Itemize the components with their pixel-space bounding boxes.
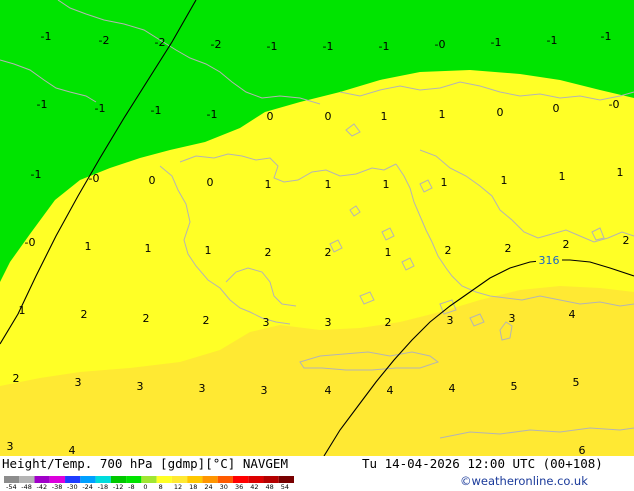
credit-link[interactable]: ©weatheronline.co.uk: [460, 474, 588, 488]
temp-label: 0: [149, 174, 156, 187]
temp-label: 4: [325, 384, 332, 397]
temp-label: 3: [325, 316, 332, 329]
temp-label: -0: [435, 38, 446, 51]
color-scale-swatch: [49, 476, 66, 483]
temp-label: 4: [69, 444, 76, 456]
temp-label: 0: [267, 110, 274, 123]
color-scale-swatch: [278, 476, 294, 483]
temp-label: -1: [37, 98, 48, 111]
temp-label: 5: [511, 380, 518, 393]
temp-label: 2: [563, 238, 570, 251]
temp-label: 2: [203, 314, 210, 327]
temp-label: -1: [207, 108, 218, 121]
temp-label: 1: [501, 174, 508, 187]
color-scale-swatch: [95, 476, 111, 483]
color-scale-swatch: [187, 476, 203, 483]
temp-label: 0: [553, 102, 560, 115]
footer: Height/Temp. 700 hPa [gdmp][°C] NAVGEM T…: [0, 456, 634, 491]
color-scale-swatch: [141, 476, 157, 483]
color-scale-swatch: [126, 476, 142, 483]
temp-label: 1: [205, 244, 212, 257]
color-scale-swatch: [156, 476, 172, 483]
temp-label: -0: [609, 98, 620, 111]
temp-label: 3: [447, 314, 454, 327]
color-scale: [4, 476, 294, 483]
map-title: Height/Temp. 700 hPa [gdmp][°C] NAVGEM: [2, 456, 288, 471]
color-scale-swatch: [4, 476, 20, 483]
color-scale-swatch: [110, 476, 127, 483]
temp-label: 1: [441, 176, 448, 189]
temp-label: 4: [449, 382, 456, 395]
temp-label: 1: [617, 166, 624, 179]
color-scale-swatch: [171, 476, 188, 483]
color-scale-swatch: [19, 476, 35, 483]
temp-label: 1: [325, 178, 332, 191]
temp-label: 3: [263, 316, 270, 329]
temp-label: 4: [387, 384, 394, 397]
temp-label: 1: [381, 110, 388, 123]
temp-label: -0: [89, 172, 100, 185]
color-scale-swatch: [202, 476, 218, 483]
temp-label: -1: [601, 30, 612, 43]
color-scale-swatch: [80, 476, 96, 483]
temp-label: 0: [207, 176, 214, 189]
temp-label: -1: [95, 102, 106, 115]
temp-label: 6: [579, 444, 586, 456]
temp-label: -1: [379, 40, 390, 53]
temp-label: -2: [99, 34, 110, 47]
temp-label: 1: [265, 178, 272, 191]
temp-label: 1: [439, 108, 446, 121]
temp-label: 1: [145, 242, 152, 255]
temp-label: -1: [491, 36, 502, 49]
temp-label: 3: [7, 440, 14, 453]
isoline-label: 316: [539, 254, 560, 267]
color-scale-swatch: [263, 476, 279, 483]
temp-label: 0: [325, 110, 332, 123]
temp-label: 1: [385, 246, 392, 259]
temp-label: 3: [75, 376, 82, 389]
temp-label: -1: [151, 104, 162, 117]
temp-label: 0: [497, 106, 504, 119]
temp-label: 2: [385, 316, 392, 329]
temp-label: 2: [505, 242, 512, 255]
temp-label: 2: [143, 312, 150, 325]
temp-label: -2: [155, 36, 166, 49]
temp-label: 2: [13, 372, 20, 385]
temp-label: 4: [569, 308, 576, 321]
temp-label: -1: [267, 40, 278, 53]
temp-label: -1: [323, 40, 334, 53]
color-scale-swatch: [34, 476, 50, 483]
temp-label: -0: [25, 236, 36, 249]
temp-label: 3: [199, 382, 206, 395]
temp-label: 3: [261, 384, 268, 397]
color-scale-swatch: [65, 476, 81, 483]
temp-label: 3: [137, 380, 144, 393]
temp-label: -1: [41, 30, 52, 43]
temp-label: 5: [573, 376, 580, 389]
temp-label: 2: [265, 246, 272, 259]
forecast-datetime: Tu 14-04-2026 12:00 UTC (00+108): [362, 456, 603, 471]
temp-label: 2: [81, 308, 88, 321]
color-scale-swatch: [248, 476, 264, 483]
temp-label: 2: [445, 244, 452, 257]
temp-label: 1: [19, 304, 26, 317]
temp-label: -1: [31, 168, 42, 181]
temp-label: 2: [325, 246, 332, 259]
color-scale-swatch: [217, 476, 233, 483]
temp-label: 1: [85, 240, 92, 253]
temp-label: 2: [623, 234, 630, 247]
temp-label: -2: [211, 38, 222, 51]
color-scale-swatch: [232, 476, 249, 483]
temp-label: 1: [559, 170, 566, 183]
temp-label: -1: [547, 34, 558, 47]
temp-label: 3: [509, 312, 516, 325]
weather-map: 316 -1 -2 -2 -2 -1 -1 -1 -0 -1 -1 -1-1 -1 -1 -1 0 0 1 1 0 0…: [0, 0, 634, 456]
temp-label: 1: [383, 178, 390, 191]
